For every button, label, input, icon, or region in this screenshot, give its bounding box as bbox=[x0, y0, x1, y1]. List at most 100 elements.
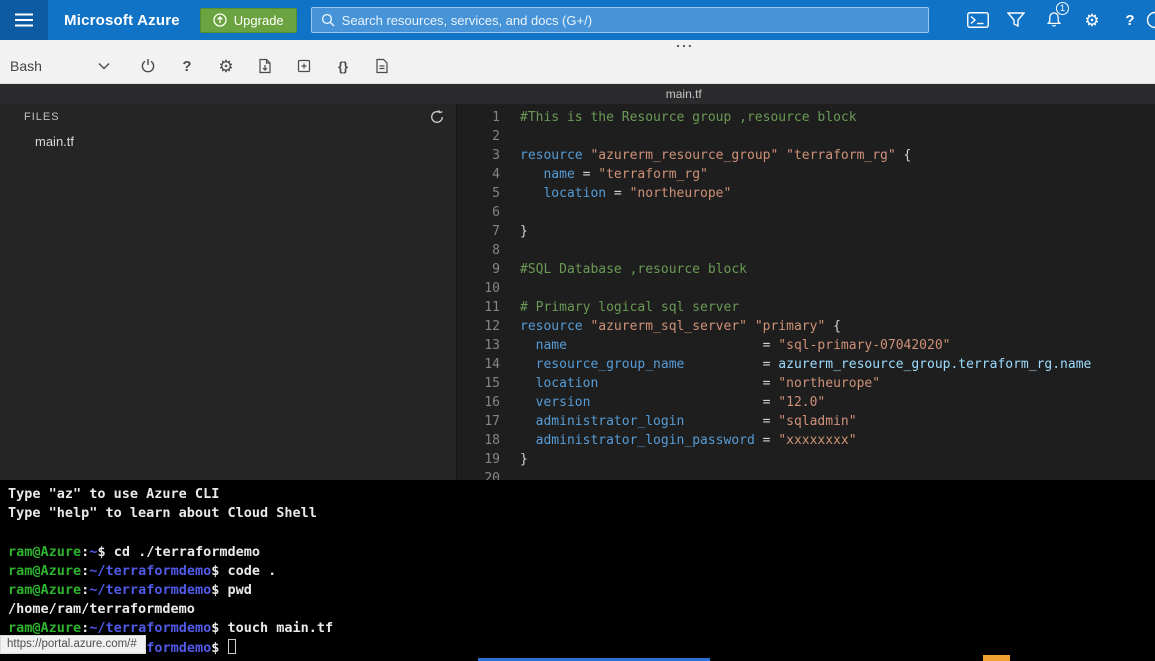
editor-braces-icon: {} bbox=[338, 60, 348, 73]
gear-icon: ⚙ bbox=[1084, 12, 1099, 29]
new-session-icon bbox=[296, 58, 312, 74]
code-line-content: resource "azurerm_sql_server" "primary" … bbox=[520, 317, 841, 336]
terminal-lines: Type "az" to use Azure CLIType "help" to… bbox=[8, 485, 1155, 658]
terminal[interactable]: Type "az" to use Azure CLIType "help" to… bbox=[0, 480, 1155, 661]
code-line: 15 location = "northeurope" bbox=[457, 374, 1155, 393]
terminal-line: ram@Azure:~/terraformdemo$ touch main.tf bbox=[8, 619, 1155, 638]
code-line-content: administrator_login_password = "xxxxxxxx… bbox=[520, 431, 857, 450]
code-line: 10 bbox=[457, 279, 1155, 298]
cloudshell-toolbar: ... Bash ? ⚙ bbox=[0, 40, 1155, 84]
line-number: 18 bbox=[457, 431, 500, 450]
filter-icon bbox=[1007, 12, 1025, 28]
code-line-content: resource_group_name = azurerm_resource_g… bbox=[520, 355, 1091, 374]
cloud-shell-icon bbox=[967, 12, 989, 28]
code-line-content: } bbox=[520, 222, 528, 241]
help-button[interactable]: ? bbox=[1111, 0, 1149, 40]
line-number: 4 bbox=[457, 165, 500, 184]
upgrade-button[interactable]: Upgrade bbox=[200, 8, 297, 33]
terminal-line: Type "az" to use Azure CLI bbox=[8, 485, 1155, 504]
code-line: 18 administrator_login_password = "xxxxx… bbox=[457, 431, 1155, 450]
code-line: 17 administrator_login = "sqladmin" bbox=[457, 412, 1155, 431]
terminal-line bbox=[8, 523, 1155, 542]
code-line: 19} bbox=[457, 450, 1155, 469]
upgrade-label: Upgrade bbox=[234, 13, 284, 28]
link-status-tooltip: https://portal.azure.com/# bbox=[0, 635, 146, 654]
line-number: 8 bbox=[457, 241, 500, 260]
code-line: 4 name = "terraform_rg" bbox=[457, 165, 1155, 184]
code-line-content: version = "12.0" bbox=[520, 393, 825, 412]
code-line-content: } bbox=[520, 450, 528, 469]
notifications-button[interactable]: 1 bbox=[1035, 0, 1073, 40]
line-number: 17 bbox=[457, 412, 500, 431]
code-line-content: location = "northeurope" bbox=[520, 184, 731, 203]
code-line-content: location = "northeurope" bbox=[520, 374, 880, 393]
power-icon bbox=[140, 58, 156, 74]
shell-toolbar-row: Bash ? ⚙ bbox=[0, 49, 1155, 83]
code-line-content: name = "sql-primary-07042020" bbox=[520, 336, 950, 355]
shell-help-icon: ? bbox=[182, 59, 191, 74]
files-panel: FILES main.tf bbox=[0, 104, 457, 480]
refresh-icon bbox=[430, 110, 444, 124]
line-number: 14 bbox=[457, 355, 500, 374]
editor-tab-maintf[interactable]: main.tf bbox=[666, 84, 702, 104]
line-number: 12 bbox=[457, 317, 500, 336]
header-icon-group: 1 ⚙ ? bbox=[959, 0, 1155, 40]
code-line: 14 resource_group_name = azurerm_resourc… bbox=[457, 355, 1155, 374]
code-line-content: #This is the Resource group ,resource bl… bbox=[520, 108, 857, 127]
file-transfer-icon bbox=[257, 58, 273, 74]
terminal-line: ram@Azure:~/terraformdemo$ pwd bbox=[8, 581, 1155, 600]
restart-shell-button[interactable] bbox=[138, 58, 158, 74]
code-editor[interactable]: 1 #This is the Resource group ,resource b… bbox=[457, 104, 1155, 480]
files-panel-title: FILES bbox=[24, 111, 60, 123]
upload-download-button[interactable] bbox=[255, 58, 275, 74]
notification-badge: 1 bbox=[1056, 2, 1069, 15]
shell-type-selector[interactable]: Bash bbox=[10, 58, 110, 74]
shell-gear-icon: ⚙ bbox=[218, 58, 233, 75]
code-line: 6 bbox=[457, 203, 1155, 222]
line-number: 11 bbox=[457, 298, 500, 317]
portal-menu-button[interactable] bbox=[0, 0, 48, 40]
brand-title[interactable]: Microsoft Azure bbox=[64, 12, 180, 29]
refresh-button[interactable] bbox=[430, 110, 444, 124]
code-line: 1 #This is the Resource group ,resource b… bbox=[457, 108, 1155, 127]
terminal-line: Type "help" to learn about Cloud Shell bbox=[8, 504, 1155, 523]
open-editor-button[interactable]: {} bbox=[333, 60, 353, 73]
line-number: 7 bbox=[457, 222, 500, 241]
code-lines: 1 #This is the Resource group ,resource b… bbox=[457, 108, 1155, 480]
terminal-line: ram@Azure:~/terraformdemo$ code . bbox=[8, 562, 1155, 581]
shell-help-button[interactable]: ? bbox=[177, 59, 197, 74]
hamburger-icon bbox=[15, 13, 33, 27]
feedback-button[interactable] bbox=[1149, 0, 1155, 40]
code-line-content: administrator_login = "sqladmin" bbox=[520, 412, 857, 431]
global-search bbox=[311, 7, 929, 33]
settings-button[interactable]: ⚙ bbox=[1073, 0, 1111, 40]
code-line: 7} bbox=[457, 222, 1155, 241]
directory-filter-button[interactable] bbox=[997, 0, 1035, 40]
line-number: 1 bbox=[457, 108, 500, 127]
bottom-progress-fragment-orange bbox=[983, 655, 1010, 661]
shell-type-label: Bash bbox=[10, 58, 42, 74]
web-preview-button[interactable] bbox=[372, 58, 392, 74]
azure-portal-screen: Microsoft Azure Upgrade bbox=[0, 0, 1155, 661]
code-line: 12 resource "azurerm_sql_server" "primary… bbox=[457, 317, 1155, 336]
code-line-content: name = "terraform_rg" bbox=[520, 165, 708, 184]
code-line: 9#SQL Database ,resource block bbox=[457, 260, 1155, 279]
code-line: 13 name = "sql-primary-07042020" bbox=[457, 336, 1155, 355]
search-input[interactable] bbox=[342, 13, 919, 28]
code-line-content: # Primary logical sql server bbox=[520, 298, 739, 317]
shell-settings-button[interactable]: ⚙ bbox=[216, 58, 236, 75]
web-preview-icon bbox=[374, 58, 390, 74]
cloud-shell-button[interactable] bbox=[959, 0, 997, 40]
line-number: 15 bbox=[457, 374, 500, 393]
new-session-button[interactable] bbox=[294, 58, 314, 74]
line-number: 6 bbox=[457, 203, 500, 222]
azure-header: Microsoft Azure Upgrade bbox=[0, 0, 1155, 40]
line-number: 13 bbox=[457, 336, 500, 355]
line-number: 20 bbox=[457, 469, 500, 480]
line-number: 19 bbox=[457, 450, 500, 469]
terminal-line: ram@Azure:~$ cd ./terraformdemo bbox=[8, 543, 1155, 562]
help-icon: ? bbox=[1125, 12, 1134, 29]
code-line-content: #SQL Database ,resource block bbox=[520, 260, 747, 279]
file-item-maintf[interactable]: main.tf bbox=[0, 130, 456, 153]
search-icon bbox=[321, 13, 335, 27]
